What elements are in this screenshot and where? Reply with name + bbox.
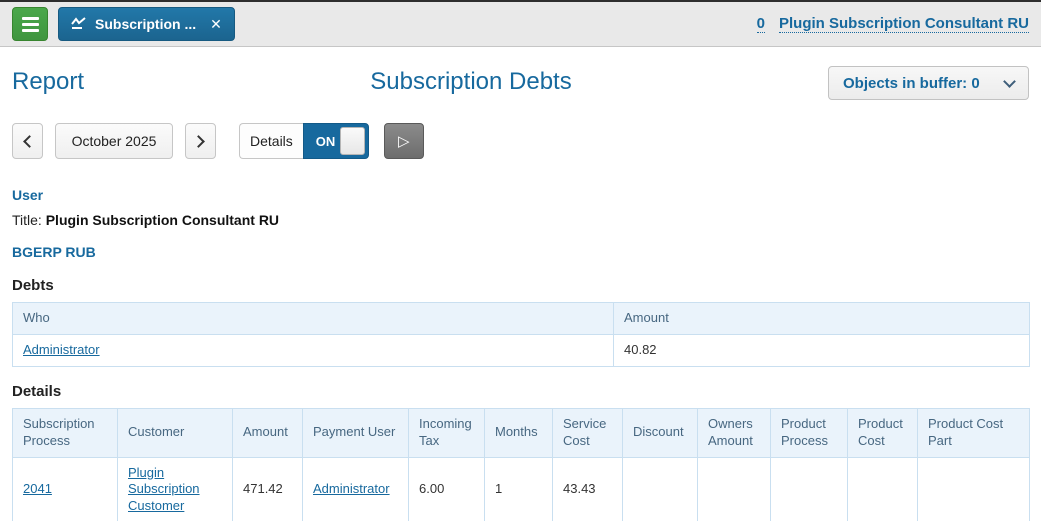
details-toggle-group: Details ON (239, 123, 369, 159)
play-icon: ▷ (398, 133, 410, 150)
debtor-link[interactable]: Administrator (23, 342, 100, 357)
col-product-process: Product Process (770, 407, 848, 458)
tab-subscription-report[interactable]: Subscription ... ✕ (58, 7, 235, 41)
debts-header-row: Who Amount (12, 302, 1030, 335)
report-toolbar: October 2025 Details ON ▷ (12, 123, 1029, 159)
user-section-heading: User (12, 187, 44, 203)
col-owners-amount: Owners Amount (697, 407, 771, 458)
subscription-process-link[interactable]: 2041 (23, 481, 52, 496)
product-process-cell (770, 456, 848, 521)
details-heading: Details (12, 382, 62, 400)
product-cost-cell (847, 456, 918, 521)
content: Report Subscription Debts Objects in buf… (0, 66, 1041, 521)
page: Subscription ... ✕ 0 Plugin Subscription… (0, 0, 1041, 521)
customer-link[interactable]: Plugin Subscription Customer (128, 465, 200, 514)
debts-heading: Debts (12, 277, 54, 294)
debts-col-who: Who (12, 302, 614, 335)
menu-button[interactable] (12, 7, 48, 41)
buffer-count-link[interactable]: 0 (756, 15, 765, 33)
chevron-right-icon (192, 134, 205, 148)
amount-cell: 471.42 (232, 456, 303, 521)
topbar-user-area: 0 Plugin Subscription Consultant RU (756, 15, 1029, 33)
product-cost-part-cell (917, 456, 1030, 521)
col-discount: Discount (622, 407, 698, 458)
col-amount: Amount (232, 407, 303, 458)
col-incoming-tax: Incoming Tax (408, 407, 485, 458)
customer-cell: Plugin Subscription Customer (117, 456, 233, 521)
details-toggle-label: Details (239, 123, 303, 159)
toggle-knob[interactable] (339, 127, 365, 155)
months-cell: 1 (484, 456, 553, 521)
title-label: Title: (12, 212, 42, 228)
chart-line-icon (71, 17, 87, 31)
col-subscription-process: Subscription Process (12, 407, 118, 458)
details-toggle[interactable]: ON (302, 123, 369, 159)
payment-user-cell: Administrator (302, 456, 409, 521)
objects-in-buffer-button[interactable]: Objects in buffer: 0 (828, 66, 1029, 100)
subscription-process-cell: 2041 (12, 456, 118, 521)
service-cost-cell: 43.43 (552, 456, 623, 521)
topbar: Subscription ... ✕ 0 Plugin Subscription… (0, 0, 1041, 47)
title-value: Plugin Subscription Consultant RU (45, 212, 280, 228)
discount-cell (622, 456, 698, 521)
user-title-line: Title: Plugin Subscription Consultant RU (12, 212, 1029, 228)
details-header-row: Subscription Process Customer Amount Pay… (12, 407, 1030, 458)
owners-amount-cell (697, 456, 771, 521)
col-service-cost: Service Cost (552, 407, 623, 458)
current-user-link[interactable]: Plugin Subscription Consultant RU (779, 15, 1029, 33)
prev-month-button[interactable] (12, 123, 43, 159)
currency-heading: BGERP RUB (12, 244, 96, 260)
next-month-button[interactable] (185, 123, 216, 159)
col-product-cost-part: Product Cost Part (917, 407, 1030, 458)
payment-user-link[interactable]: Administrator (313, 481, 390, 496)
page-title: Subscription Debts (370, 68, 572, 95)
col-customer: Customer (117, 407, 233, 458)
debts-col-amount: Amount (613, 302, 1030, 335)
header-row: Report Subscription Debts Objects in buf… (12, 66, 1029, 110)
objects-in-buffer-label: Objects in buffer: 0 (843, 74, 980, 92)
debts-row: Administrator 40.82 (12, 333, 1030, 367)
col-months: Months (484, 407, 553, 458)
month-selector-button[interactable]: October 2025 (55, 123, 173, 159)
chevron-left-icon (23, 134, 36, 148)
toggle-state-label: ON (315, 133, 336, 149)
incoming-tax-cell: 6.00 (408, 456, 485, 521)
col-payment-user: Payment User (302, 407, 409, 458)
col-product-cost: Product Cost (847, 407, 918, 458)
debts-table: Who Amount Administrator 40.82 (12, 302, 1030, 367)
debts-who-cell: Administrator (12, 333, 614, 367)
chevron-down-icon (1003, 74, 1016, 88)
details-row: 2041 Plugin Subscription Customer 471.42… (12, 456, 1030, 521)
tab-label: Subscription ... (95, 16, 197, 32)
close-icon[interactable]: ✕ (210, 16, 222, 33)
hamburger-icon (21, 16, 39, 32)
details-table: Subscription Process Customer Amount Pay… (12, 407, 1030, 521)
run-report-button[interactable]: ▷ (383, 123, 424, 159)
debts-amount-cell: 40.82 (613, 333, 1030, 367)
